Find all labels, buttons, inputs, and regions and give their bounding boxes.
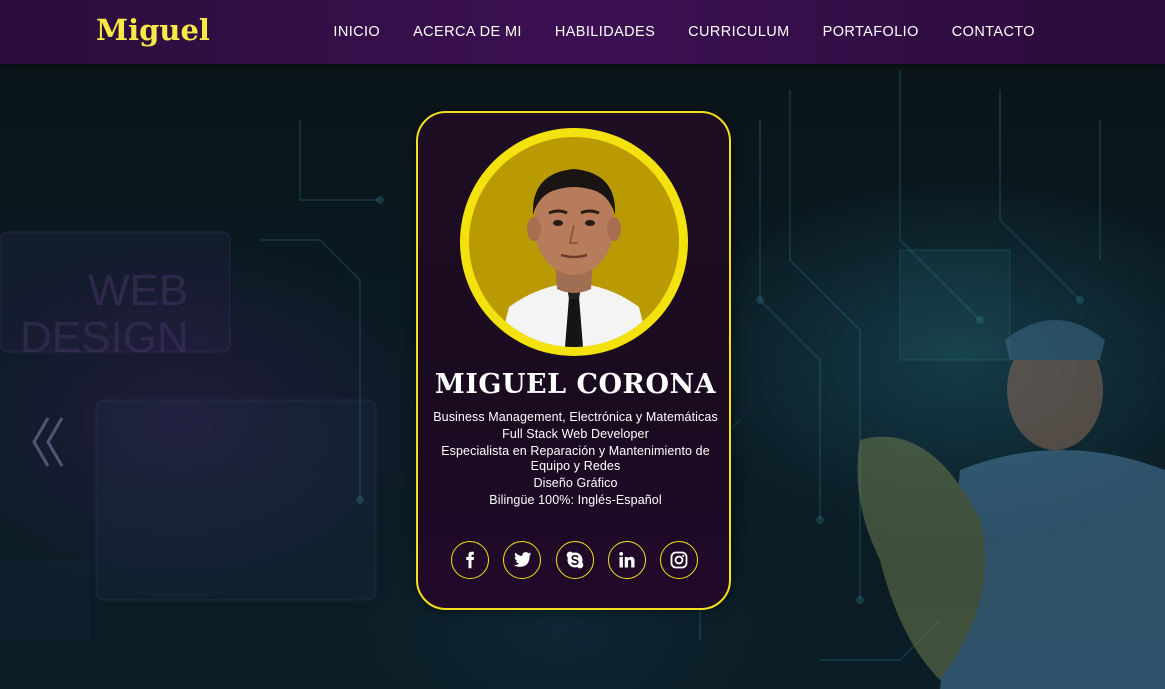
avatar [469, 137, 679, 347]
nav-link-curriculum[interactable]: CURRICULUM [688, 24, 789, 40]
top-navbar: Miguel INICIO ACERCA DE MI HABILIDADES C… [0, 0, 1165, 64]
nav-link-habilidades[interactable]: HABILIDADES [555, 24, 655, 40]
social-links [451, 541, 698, 579]
role-item: Full Stack Web Developer [502, 427, 649, 441]
background-text-design: DESIGN [20, 313, 189, 362]
facebook-link[interactable] [451, 541, 489, 579]
role-list: Business Management, Electrónica y Matem… [432, 410, 719, 510]
brand-logo[interactable]: Miguel [96, 13, 210, 47]
twitter-icon [513, 552, 532, 567]
nav-link-acerca-de-mi[interactable]: ACERCA DE MI [413, 24, 522, 40]
skype-icon [566, 551, 583, 569]
double-chevron-left-icon[interactable] [26, 412, 70, 472]
avatar-ring [460, 128, 688, 356]
skype-link[interactable] [555, 541, 594, 579]
role-item: Business Management, Electrónica y Matem… [433, 410, 718, 424]
linkedin-link[interactable] [607, 541, 646, 579]
main-nav: INICIO ACERCA DE MI HABILIDADES CURRICUL… [333, 0, 1035, 64]
facebook-icon [466, 551, 475, 569]
nav-link-portafolio[interactable]: PORTAFOLIO [823, 24, 919, 40]
background-text-web: WEB [88, 266, 188, 315]
role-item: Bilingüe 100%: Inglés-Español [489, 493, 662, 507]
instagram-link[interactable] [660, 541, 698, 579]
twitter-link[interactable] [503, 541, 542, 579]
nav-link-contacto[interactable]: CONTACTO [952, 24, 1035, 40]
profile-photo [499, 169, 649, 347]
profile-name: MIGUEL CORONA [434, 369, 717, 400]
profile-card: MIGUEL CORONA Business Management, Elect… [416, 111, 731, 610]
instagram-icon [670, 551, 688, 569]
role-item: Especialista en Reparación y Mantenimien… [441, 444, 710, 473]
nav-link-inicio[interactable]: INICIO [333, 24, 380, 40]
linkedin-icon [619, 551, 635, 568]
role-item: Diseño Gráfico [533, 476, 618, 490]
